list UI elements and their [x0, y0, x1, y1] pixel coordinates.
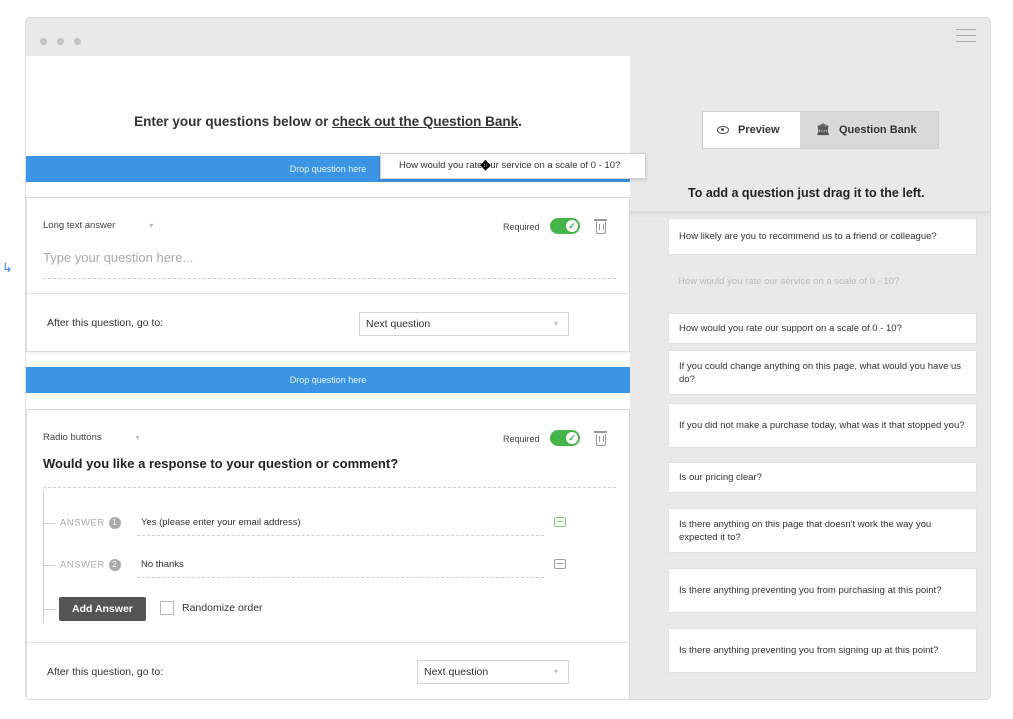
answer-tree-line [43, 565, 55, 566]
window-dot-icon[interactable] [40, 38, 47, 45]
chevron-down-icon: ▾ [553, 667, 558, 676]
divider [137, 535, 544, 536]
intro-suffix: . [518, 114, 522, 129]
goto-select[interactable]: Next question ▾ [359, 312, 569, 336]
divider [43, 487, 616, 488]
question-bank-panel: Preview 🏛 Question Bank To add a question… [630, 56, 990, 699]
add-answer-button[interactable]: Add Answer [59, 597, 146, 621]
divider [137, 577, 544, 578]
bank-item[interactable]: If you could change anything on this pag… [668, 350, 977, 395]
intro-prefix: Enter your questions below or [134, 114, 333, 129]
question-type-select[interactable]: Long text answer ▾ [43, 220, 153, 231]
drop-zone[interactable]: Drop question here [26, 367, 630, 393]
goto-label: After this question, go to: [47, 666, 164, 678]
tab-question-bank[interactable]: 🏛 Question Bank [800, 112, 938, 148]
bank-item-dragging[interactable]: How would you rate our service on a scal… [668, 266, 977, 296]
answer-input[interactable]: No thanks [141, 559, 184, 570]
question-type-label: Radio buttons [43, 432, 102, 443]
divider [27, 293, 629, 294]
question-bank-link[interactable]: check out the Question Bank [332, 114, 518, 129]
comment-icon[interactable] [554, 559, 566, 569]
trash-icon[interactable] [594, 219, 607, 234]
answer-number: 2 [108, 559, 121, 571]
chevron-down-icon: ▾ [135, 433, 140, 442]
tab-preview-label: Preview [738, 124, 780, 136]
required-label: Required [503, 434, 540, 444]
question-card: Radio buttons ▾ Required ✓ Would you like… [26, 409, 630, 699]
goto-select[interactable]: Next question ▾ [417, 660, 569, 684]
question-card: Long text answer ▾ Required ✓ Type your q… [26, 197, 630, 352]
bank-item[interactable]: Is there anything on this page that does… [668, 508, 977, 553]
answer-tree-line [43, 523, 55, 524]
drag-ghost[interactable]: How would you rate our service on a scal… [380, 153, 646, 179]
window-dot-icon[interactable] [57, 38, 64, 45]
question-text[interactable]: Would you like a response to your questi… [43, 456, 398, 471]
move-cursor-icon: ✥ [480, 158, 491, 173]
answer-label: ANSWER 1 [60, 517, 121, 529]
divider [43, 278, 616, 279]
app-window: Enter your questions below or check out … [25, 17, 991, 700]
required-label: Required [503, 222, 540, 232]
question-type-label: Long text answer [43, 220, 116, 231]
answer-tree-line [43, 490, 44, 623]
goto-value: Next question [366, 318, 431, 330]
intro-text: Enter your questions below or check out … [26, 114, 630, 129]
goto-value: Next question [424, 666, 489, 678]
tab-bank-label: Question Bank [838, 124, 917, 136]
trash-icon[interactable] [594, 431, 607, 446]
bank-item[interactable]: Is our pricing clear? [668, 462, 977, 493]
check-icon: ✓ [566, 220, 578, 232]
goto-label: After this question, go to: [47, 317, 164, 329]
divider [27, 642, 629, 643]
titlebar [26, 18, 990, 56]
question-type-select[interactable]: Radio buttons ▾ [43, 432, 140, 443]
panel-tabs: Preview 🏛 Question Bank [702, 111, 939, 149]
chevron-down-icon: ▾ [553, 319, 558, 328]
answer-label-text: ANSWER [60, 517, 105, 529]
chevron-down-icon: ▾ [149, 221, 154, 230]
arrow-icon: ↳ [2, 260, 13, 275]
answer-label-text: ANSWER [60, 559, 105, 571]
bank-item[interactable]: How would you rate our support on a scal… [668, 313, 977, 344]
answer-input[interactable]: Yes (please enter your email address) [141, 517, 301, 528]
bank-icon: 🏛 [816, 124, 830, 137]
randomize-checkbox[interactable] [160, 601, 174, 615]
eye-icon [717, 126, 729, 135]
hamburger-icon[interactable] [956, 29, 976, 43]
required-toggle[interactable]: ✓ [550, 218, 580, 234]
required-toggle[interactable]: ✓ [550, 430, 580, 446]
check-icon: ✓ [566, 432, 578, 444]
randomize-label: Randomize order [182, 602, 263, 614]
question-input[interactable]: Type your question here... [43, 250, 193, 265]
tab-preview[interactable]: Preview [703, 112, 800, 148]
bank-item[interactable]: Is there anything preventing you from si… [668, 628, 977, 673]
bank-item[interactable]: How likely are you to recommend us to a … [668, 218, 977, 255]
answer-label: ANSWER 2 [60, 559, 121, 571]
panel-hint: To add a question just drag it to the le… [688, 186, 925, 200]
bank-item[interactable]: Is there anything preventing you from pu… [668, 568, 977, 613]
window-dot-icon[interactable] [74, 38, 81, 45]
comment-icon[interactable] [554, 517, 566, 527]
bank-item[interactable]: If you did not make a purchase today, wh… [668, 403, 977, 448]
answer-tree-line [43, 609, 57, 610]
answer-number: 1 [108, 517, 121, 529]
